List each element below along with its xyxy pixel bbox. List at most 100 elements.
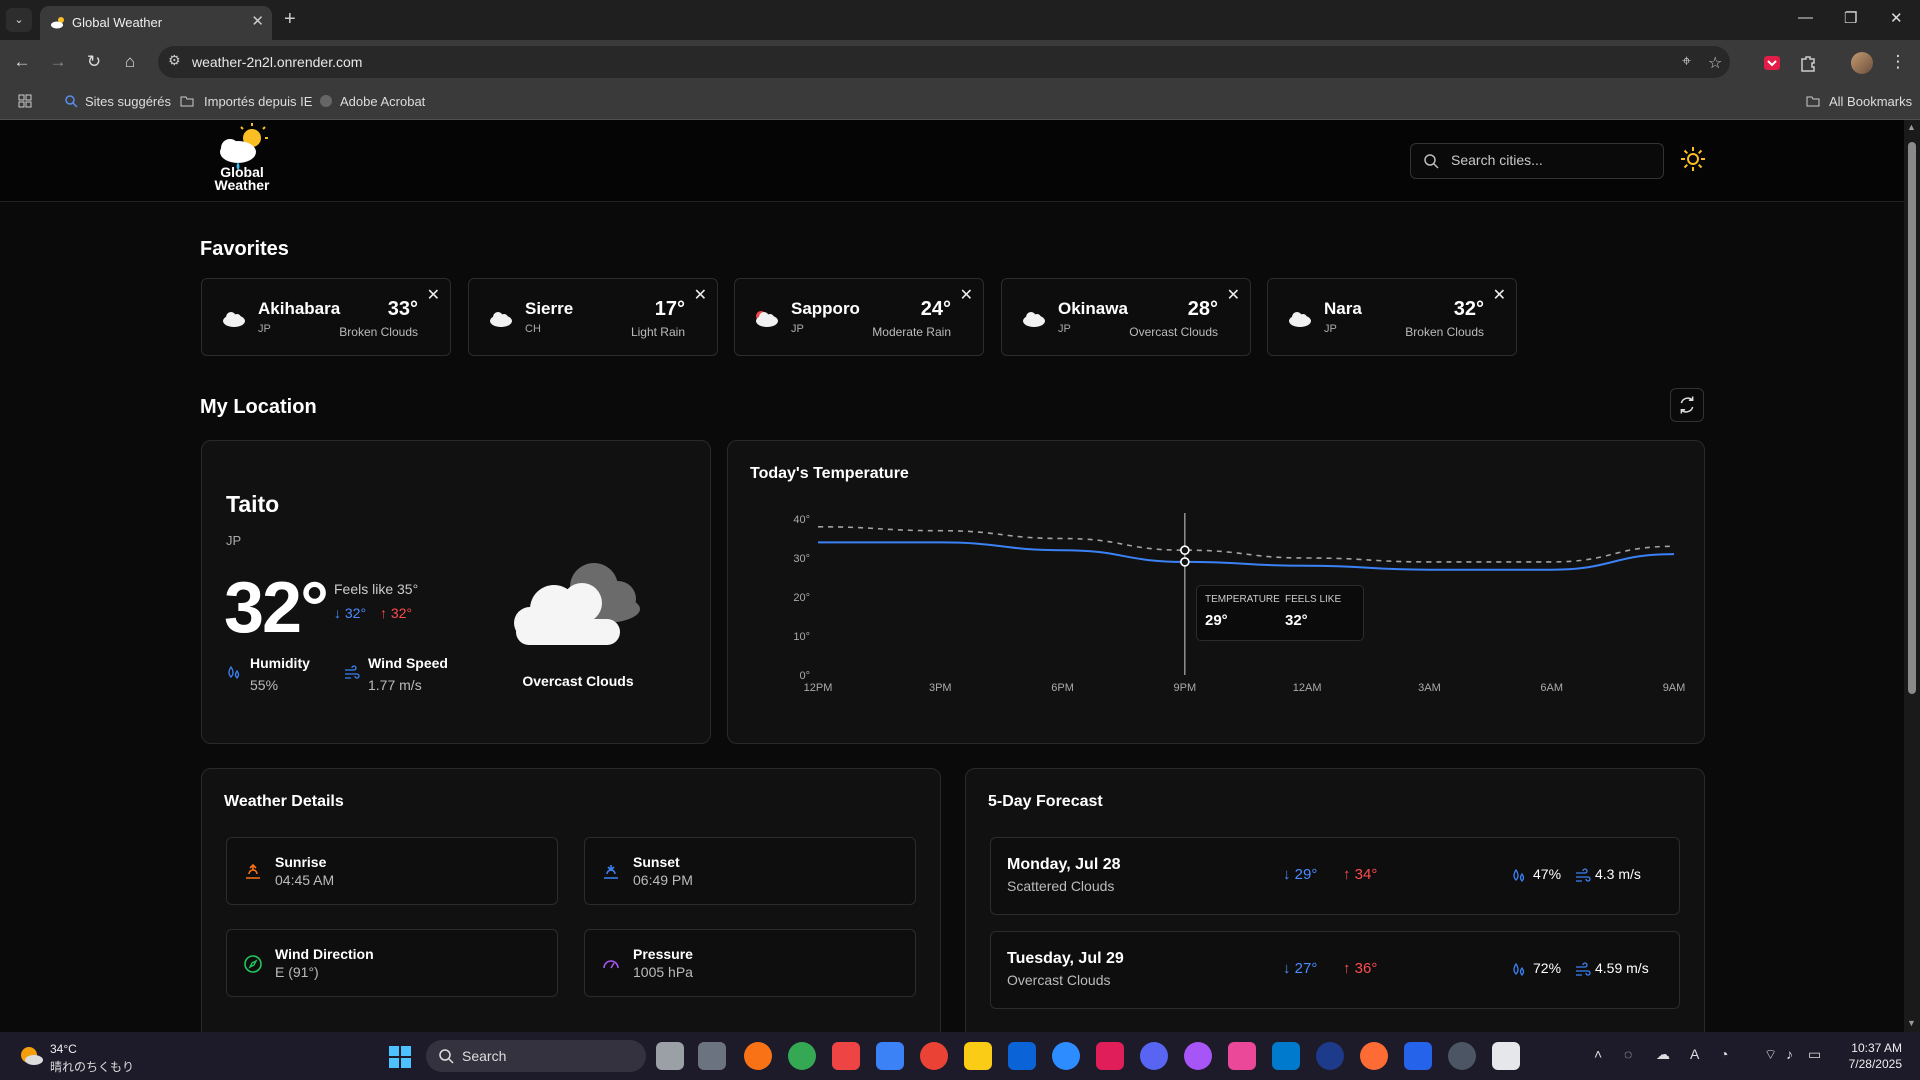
forecast-row[interactable]: Tuesday, Jul 29 Overcast Clouds ↓ 27° ↑ 36°…	[990, 931, 1680, 1009]
tooltip-temp-label: TEMPERATURE	[1205, 594, 1280, 605]
remove-favorite-icon[interactable]: ✕	[1227, 285, 1240, 305]
theme-toggle-sun-icon[interactable]	[1680, 146, 1706, 172]
scroll-thumb[interactable]	[1908, 142, 1916, 694]
outlook-icon[interactable]	[1008, 1042, 1036, 1070]
scroll-down-icon[interactable]: ▼	[1907, 1018, 1916, 1028]
file-explorer-icon[interactable]	[964, 1042, 992, 1070]
tooltip-feels-value: 32°	[1285, 612, 1308, 629]
android-studio-icon[interactable]	[1316, 1042, 1344, 1070]
remove-favorite-icon[interactable]: ✕	[694, 285, 707, 305]
wifi-icon[interactable]: ⌔	[1764, 1046, 1777, 1064]
humidity-value: 55%	[250, 677, 279, 693]
rain-cloud-icon	[756, 311, 778, 327]
task-view-icon[interactable]	[656, 1042, 684, 1070]
volume-icon[interactable]: ♪	[1786, 1046, 1793, 1062]
tray-app-icon[interactable]: ◌	[1624, 1046, 1632, 1062]
tab-close-icon[interactable]: ✕	[251, 12, 264, 30]
refresh-location-button[interactable]	[1670, 388, 1704, 422]
forecast-row[interactable]: Monday, Jul 28 Scattered Clouds ↓ 29° ↑ 34°…	[990, 837, 1680, 915]
reload-icon[interactable]: ↻	[82, 50, 106, 74]
taskbar-date[interactable]: 7/28/2025	[1836, 1057, 1902, 1071]
home-icon[interactable]: ⌂	[118, 50, 142, 74]
all-bookmarks[interactable]: All Bookmarks	[1829, 94, 1912, 109]
firefox-icon[interactable]	[744, 1042, 772, 1070]
apps-grid-icon[interactable]	[18, 94, 32, 108]
taskbar-weather-icon[interactable]	[18, 1044, 44, 1068]
location-pin-icon[interactable]: ⌖	[1682, 53, 1691, 71]
bookmark-imported-ie[interactable]: Importés depuis IE	[204, 94, 312, 109]
url-text[interactable]: weather-2n2l.onrender.com	[192, 54, 362, 70]
new-tab-button[interactable]: +	[284, 8, 296, 31]
postman-icon[interactable]	[1360, 1042, 1388, 1070]
remove-favorite-icon[interactable]: ✕	[427, 285, 440, 305]
battery-icon[interactable]: ▭	[1808, 1046, 1821, 1063]
powershell-icon[interactable]	[1404, 1042, 1432, 1070]
profile-avatar[interactable]	[1851, 52, 1873, 74]
forecast-card: 5-Day Forecast Monday, Jul 28 Scattered C…	[965, 768, 1705, 1032]
favorite-desc: Moderate Rain	[872, 325, 951, 339]
x-tick-label: 9AM	[1663, 682, 1686, 694]
copilot-icon[interactable]	[1228, 1042, 1256, 1070]
zoom-icon[interactable]	[1052, 1042, 1080, 1070]
tab-search-button[interactable]: ⌄	[6, 8, 32, 32]
detail-pressure: Pressure 1005 hPa	[584, 929, 916, 997]
taskbar-time[interactable]: 10:37 AM	[1846, 1041, 1902, 1055]
taskbar-search-icon	[439, 1049, 454, 1064]
favorite-name: Nara	[1324, 299, 1362, 318]
discord-icon[interactable]	[1140, 1042, 1168, 1070]
extensions-icon[interactable]	[1798, 53, 1818, 73]
favorite-card[interactable]: Okinawa JP 28° Overcast Clouds ✕	[1001, 278, 1251, 356]
window-close-icon[interactable]: ✕	[1890, 9, 1903, 27]
my-location-title: My Location	[200, 396, 317, 418]
onedrive-icon[interactable]: ☁	[1656, 1046, 1670, 1063]
chrome-icon[interactable]	[788, 1042, 816, 1070]
taskbar-search[interactable]: Search	[426, 1040, 646, 1072]
favorite-card[interactable]: Sapporo JP 24° Moderate Rain ✕	[734, 278, 984, 356]
site-info-icon[interactable]: ⚙	[168, 52, 188, 72]
back-icon[interactable]: ←	[10, 50, 34, 74]
windows-start-icon[interactable]	[388, 1045, 412, 1069]
remove-favorite-icon[interactable]: ✕	[960, 285, 973, 305]
favorite-card[interactable]: Akihabara JP 33° Broken Clouds ✕	[201, 278, 451, 356]
weather-page: GlobalWeather Favorites My Location Tait…	[0, 120, 1904, 1032]
slack-icon[interactable]	[1096, 1042, 1124, 1070]
youtube-icon[interactable]	[832, 1042, 860, 1070]
bookmark-suggested-sites[interactable]: Sites suggérés	[85, 94, 171, 109]
favorite-card[interactable]: Nara JP 32° Broken Clouds ✕	[1267, 278, 1517, 356]
active-tab[interactable]: Global Weather ✕	[40, 6, 272, 40]
scroll-up-icon[interactable]: ▲	[1907, 122, 1916, 132]
data-point	[1180, 557, 1190, 567]
tray-overflow-icon[interactable]: ˄	[1594, 1046, 1602, 1062]
notion-icon[interactable]	[1492, 1042, 1520, 1070]
tray-clock-icon[interactable]: ◔	[1720, 1046, 1728, 1062]
github-icon[interactable]	[1184, 1042, 1212, 1070]
bookmark-adobe-acrobat[interactable]: Adobe Acrobat	[340, 94, 425, 109]
minimize-icon[interactable]: —	[1798, 9, 1813, 26]
taskbar-weather-desc: 晴れのちくもり	[50, 1060, 135, 1074]
bookmark-star-icon[interactable]: ☆	[1708, 53, 1722, 73]
camera-app-icon[interactable]	[698, 1042, 726, 1070]
remove-favorite-icon[interactable]: ✕	[1493, 285, 1506, 305]
forward-icon[interactable]: →	[46, 50, 70, 74]
detail-value: 06:49 PM	[633, 872, 693, 888]
favorite-country: JP	[791, 323, 804, 335]
favorite-card[interactable]: Sierre CH 17° Light Rain ✕	[468, 278, 718, 356]
favorite-temp: 32°	[1453, 298, 1484, 320]
site-header: Global Weather	[0, 120, 1904, 202]
city-search[interactable]	[1410, 143, 1664, 179]
restore-icon[interactable]: ❐	[1844, 9, 1857, 27]
address-bar[interactable]: ⚙ weather-2n2l.onrender.com ⌖ ☆	[158, 46, 1730, 78]
ime-icon[interactable]: A	[1690, 1046, 1699, 1062]
vscode-icon[interactable]	[1272, 1042, 1300, 1070]
search-input[interactable]	[1451, 152, 1651, 168]
pocket-extension-icon[interactable]	[1762, 53, 1782, 73]
page-scrollbar[interactable]: ▲ ▼	[1904, 120, 1920, 1032]
chart-tooltip: TEMPERATURE FEELS LIKE 29° 32°	[1196, 585, 1364, 641]
browser-menu-icon[interactable]: ⋮	[1886, 50, 1910, 74]
chatgpt-icon[interactable]	[1448, 1042, 1476, 1070]
favorite-desc: Light Rain	[630, 325, 685, 339]
photos-icon[interactable]	[920, 1042, 948, 1070]
store-icon[interactable]	[876, 1042, 904, 1070]
y-tick-label: 20°	[793, 592, 810, 604]
global-weather-logo[interactable]: Global Weather	[210, 122, 274, 200]
